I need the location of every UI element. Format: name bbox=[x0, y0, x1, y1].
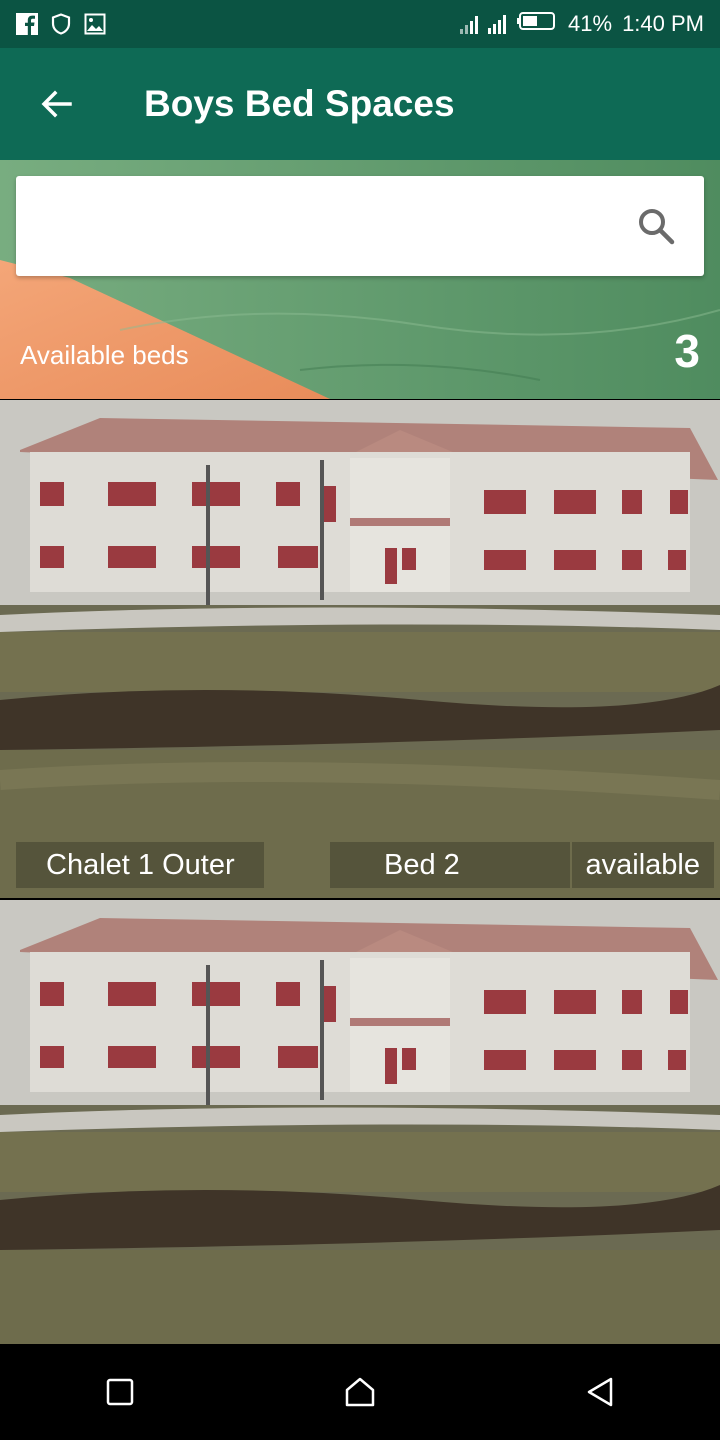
home-icon bbox=[345, 1377, 375, 1407]
available-beds-label: Available beds bbox=[20, 340, 189, 370]
search-button[interactable] bbox=[636, 206, 676, 246]
bed-caption: Chalet 1 Outer Bed 2 available bbox=[0, 842, 720, 888]
search-icon bbox=[639, 209, 675, 245]
page-title: Boys Bed Spaces bbox=[144, 83, 455, 124]
search-bar bbox=[16, 176, 704, 276]
notification-icons bbox=[16, 13, 106, 35]
available-beds-count: 3 bbox=[674, 325, 700, 377]
bed-card[interactable]: Chalet 1 Outer Bed 2 available bbox=[0, 400, 720, 898]
search-input[interactable] bbox=[36, 176, 616, 276]
signal-icon bbox=[460, 14, 479, 34]
signal-icon-2 bbox=[488, 14, 507, 34]
triangle-back-icon bbox=[587, 1377, 613, 1407]
image-icon bbox=[84, 13, 106, 35]
square-recents-icon bbox=[106, 1378, 134, 1406]
bed-status: available bbox=[571, 842, 714, 888]
shield-icon bbox=[50, 13, 72, 35]
battery-icon bbox=[516, 10, 558, 38]
back-button[interactable] bbox=[24, 72, 88, 136]
header-banner: Available beds 3 bbox=[0, 160, 720, 399]
app-bar: Boys Bed Spaces bbox=[0, 48, 720, 160]
hostel-photo bbox=[0, 900, 720, 1344]
bed-location: Chalet 1 Outer bbox=[16, 842, 264, 888]
status-bar: 41% 1:40 PM bbox=[0, 0, 720, 48]
battery-percent: 41% bbox=[568, 11, 613, 36]
home-button[interactable] bbox=[320, 1352, 400, 1432]
recents-button[interactable] bbox=[80, 1352, 160, 1432]
system-status: 41% 1:40 PM bbox=[460, 10, 704, 38]
bed-card[interactable] bbox=[0, 900, 720, 1344]
arrow-left-icon bbox=[41, 90, 72, 118]
hostel-photo bbox=[0, 400, 720, 898]
facebook-icon bbox=[16, 13, 38, 35]
system-nav-bar bbox=[0, 1344, 720, 1440]
back-nav-button[interactable] bbox=[560, 1352, 640, 1432]
bed-number: Bed 2 bbox=[330, 842, 570, 888]
clock: 1:40 PM bbox=[622, 11, 704, 36]
